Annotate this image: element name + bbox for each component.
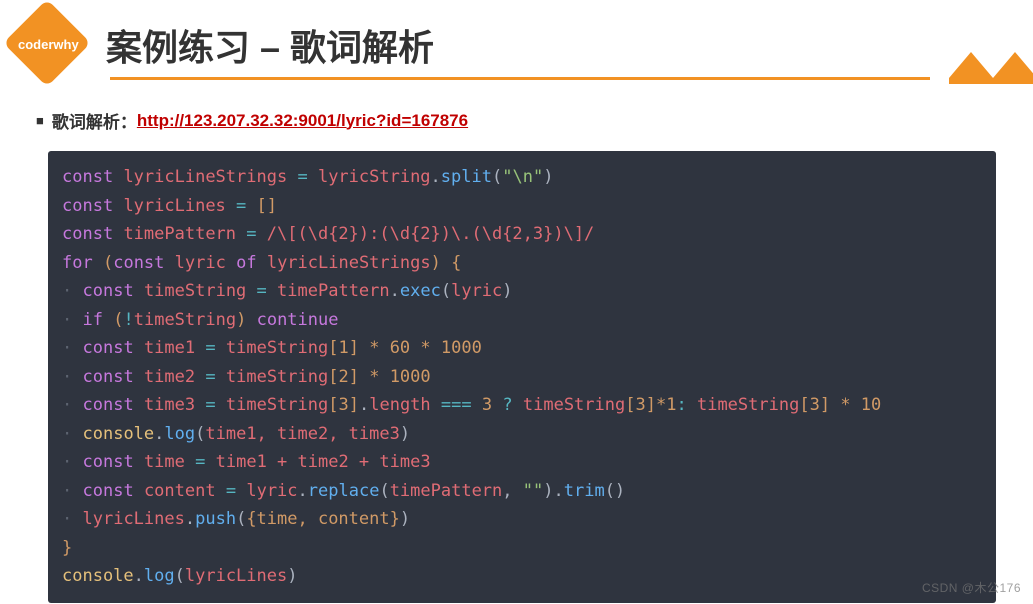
zigzag-decoration	[949, 44, 1033, 84]
intro-label: 歌词解析：	[52, 108, 137, 133]
title-underline	[110, 77, 930, 80]
bullet-icon: ■	[36, 113, 44, 128]
code-block: const lyricLineStrings = lyricString.spl…	[48, 151, 996, 603]
slide-title: 案例练习 – 歌词解析	[106, 19, 434, 71]
intro-line: ■ 歌词解析： http://123.207.32.32:9001/lyric?…	[36, 108, 1033, 133]
lyric-url-link[interactable]: http://123.207.32.32:9001/lyric?id=16787…	[137, 111, 468, 131]
logo-text: coderwhy	[18, 37, 79, 52]
slide-header: coderwhy 案例练习 – 歌词解析	[0, 0, 1033, 74]
watermark: CSDN @木公176	[922, 579, 1021, 596]
logo: coderwhy	[14, 10, 78, 74]
